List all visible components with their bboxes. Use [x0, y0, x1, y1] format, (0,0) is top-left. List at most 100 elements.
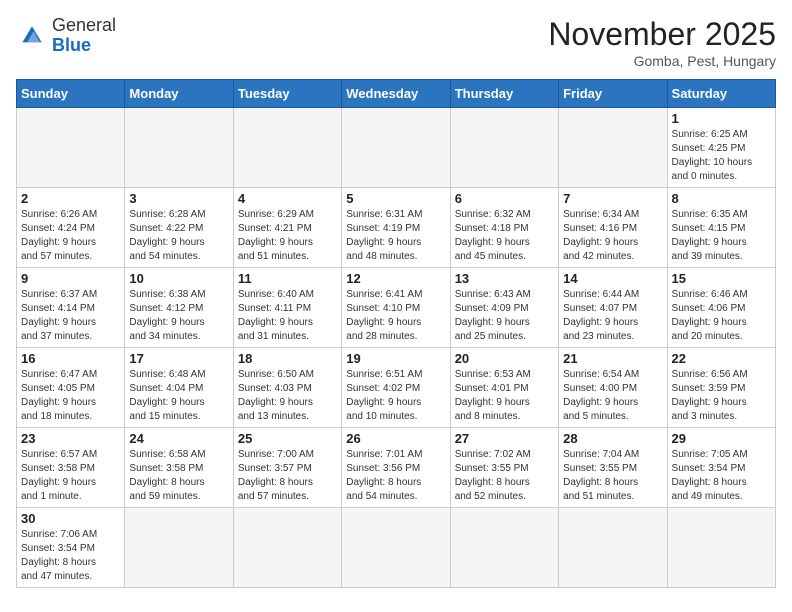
day-number: 3: [129, 191, 228, 206]
calendar-cell: 29 Sunrise: 7:05 AM Sunset: 3:54 PM Dayli…: [667, 428, 775, 508]
day-number: 22: [672, 351, 771, 366]
day-info: Sunrise: 7:04 AM Sunset: 3:55 PM Dayligh…: [563, 448, 662, 504]
calendar-cell: [559, 508, 667, 588]
logo-general: General: [52, 15, 116, 35]
calendar-cell: 27 Sunrise: 7:02 AM Sunset: 3:55 PM Dayli…: [450, 428, 558, 508]
calendar-cell: 28 Sunrise: 7:04 AM Sunset: 3:55 PM Dayli…: [559, 428, 667, 508]
calendar-cell: 4 Sunrise: 6:29 AM Sunset: 4:21 PM Daylig…: [233, 188, 341, 268]
day-info: Sunrise: 6:47 AM Sunset: 4:05 PM Dayligh…: [21, 368, 120, 424]
day-number: 14: [563, 271, 662, 286]
day-number: 25: [238, 431, 337, 446]
calendar-cell: [125, 508, 233, 588]
calendar-week-row: 2Sunrise: 6:26 AM Sunset: 4:24 PM Daylig…: [17, 188, 776, 268]
day-info: Sunrise: 6:40 AM Sunset: 4:11 PM Dayligh…: [238, 288, 337, 344]
calendar-cell: 15 Sunrise: 6:46 AM Sunset: 4:06 PM Dayli…: [667, 268, 775, 348]
day-number: 19: [346, 351, 445, 366]
weekday-header: Monday: [125, 80, 233, 108]
day-number: 21: [563, 351, 662, 366]
day-info: Sunrise: 6:37 AM Sunset: 4:14 PM Dayligh…: [21, 288, 120, 344]
day-number: 24: [129, 431, 228, 446]
day-number: 23: [21, 431, 120, 446]
calendar-cell: 5Sunrise: 6:31 AM Sunset: 4:19 PM Daylig…: [342, 188, 450, 268]
calendar-week-row: 30Sunrise: 7:06 AM Sunset: 3:54 PM Dayli…: [17, 508, 776, 588]
day-info: Sunrise: 6:26 AM Sunset: 4:24 PM Dayligh…: [21, 208, 120, 264]
day-number: 9: [21, 271, 120, 286]
day-number: 16: [21, 351, 120, 366]
month-title: November 2025: [548, 16, 776, 53]
day-number: 29: [672, 431, 771, 446]
weekday-header: Saturday: [667, 80, 775, 108]
weekday-header: Tuesday: [233, 80, 341, 108]
calendar-cell: [233, 508, 341, 588]
day-info: Sunrise: 6:38 AM Sunset: 4:12 PM Dayligh…: [129, 288, 228, 344]
calendar-cell: 24 Sunrise: 6:58 AM Sunset: 3:58 PM Dayli…: [125, 428, 233, 508]
calendar-cell: [559, 108, 667, 188]
day-number: 12: [346, 271, 445, 286]
day-info: Sunrise: 6:31 AM Sunset: 4:19 PM Dayligh…: [346, 208, 445, 264]
day-number: 26: [346, 431, 445, 446]
calendar-cell: 23Sunrise: 6:57 AM Sunset: 3:58 PM Dayli…: [17, 428, 125, 508]
day-info: Sunrise: 6:43 AM Sunset: 4:09 PM Dayligh…: [455, 288, 554, 344]
day-number: 15: [672, 271, 771, 286]
logo-blue: Blue: [52, 35, 91, 55]
calendar-cell: 22Sunrise: 6:56 AM Sunset: 3:59 PM Dayli…: [667, 348, 775, 428]
calendar-cell: 25Sunrise: 7:00 AM Sunset: 3:57 PM Dayli…: [233, 428, 341, 508]
page-header: General Blue November 2025 Gomba, Pest, …: [16, 16, 776, 69]
day-number: 10: [129, 271, 228, 286]
logo-text: General Blue: [52, 16, 116, 56]
day-number: 20: [455, 351, 554, 366]
day-info: Sunrise: 6:28 AM Sunset: 4:22 PM Dayligh…: [129, 208, 228, 264]
day-info: Sunrise: 6:41 AM Sunset: 4:10 PM Dayligh…: [346, 288, 445, 344]
calendar-table: SundayMondayTuesdayWednesdayThursdayFrid…: [16, 79, 776, 588]
logo-icon: [16, 20, 48, 52]
day-number: 17: [129, 351, 228, 366]
calendar-cell: 6 Sunrise: 6:32 AM Sunset: 4:18 PM Daylig…: [450, 188, 558, 268]
day-number: 6: [455, 191, 554, 206]
day-info: Sunrise: 6:35 AM Sunset: 4:15 PM Dayligh…: [672, 208, 771, 264]
weekday-header: Wednesday: [342, 80, 450, 108]
day-number: 8: [672, 191, 771, 206]
day-info: Sunrise: 6:51 AM Sunset: 4:02 PM Dayligh…: [346, 368, 445, 424]
day-info: Sunrise: 6:50 AM Sunset: 4:03 PM Dayligh…: [238, 368, 337, 424]
location-subtitle: Gomba, Pest, Hungary: [548, 53, 776, 69]
day-number: 11: [238, 271, 337, 286]
day-info: Sunrise: 6:29 AM Sunset: 4:21 PM Dayligh…: [238, 208, 337, 264]
calendar-cell: 20Sunrise: 6:53 AM Sunset: 4:01 PM Dayli…: [450, 348, 558, 428]
calendar-cell: 12 Sunrise: 6:41 AM Sunset: 4:10 PM Dayli…: [342, 268, 450, 348]
calendar-cell: 14Sunrise: 6:44 AM Sunset: 4:07 PM Dayli…: [559, 268, 667, 348]
day-info: Sunrise: 6:32 AM Sunset: 4:18 PM Dayligh…: [455, 208, 554, 264]
day-info: Sunrise: 6:48 AM Sunset: 4:04 PM Dayligh…: [129, 368, 228, 424]
calendar-cell: [17, 108, 125, 188]
day-info: Sunrise: 6:54 AM Sunset: 4:00 PM Dayligh…: [563, 368, 662, 424]
calendar-cell: 7 Sunrise: 6:34 AM Sunset: 4:16 PM Daylig…: [559, 188, 667, 268]
calendar-cell: [125, 108, 233, 188]
calendar-cell: [667, 508, 775, 588]
day-info: Sunrise: 7:06 AM Sunset: 3:54 PM Dayligh…: [21, 528, 120, 584]
day-number: 13: [455, 271, 554, 286]
calendar-cell: 13 Sunrise: 6:43 AM Sunset: 4:09 PM Dayli…: [450, 268, 558, 348]
calendar-cell: 16 Sunrise: 6:47 AM Sunset: 4:05 PM Dayli…: [17, 348, 125, 428]
calendar-week-row: 23Sunrise: 6:57 AM Sunset: 3:58 PM Dayli…: [17, 428, 776, 508]
logo: General Blue: [16, 16, 116, 56]
calendar-cell: [342, 508, 450, 588]
day-info: Sunrise: 6:58 AM Sunset: 3:58 PM Dayligh…: [129, 448, 228, 504]
day-info: Sunrise: 6:34 AM Sunset: 4:16 PM Dayligh…: [563, 208, 662, 264]
day-number: 28: [563, 431, 662, 446]
calendar-cell: [342, 108, 450, 188]
title-block: November 2025 Gomba, Pest, Hungary: [548, 16, 776, 69]
day-info: Sunrise: 7:05 AM Sunset: 3:54 PM Dayligh…: [672, 448, 771, 504]
day-number: 7: [563, 191, 662, 206]
weekday-header: Friday: [559, 80, 667, 108]
calendar-week-row: 9 Sunrise: 6:37 AM Sunset: 4:14 PM Daylig…: [17, 268, 776, 348]
day-info: Sunrise: 7:01 AM Sunset: 3:56 PM Dayligh…: [346, 448, 445, 504]
calendar-cell: 10 Sunrise: 6:38 AM Sunset: 4:12 PM Dayli…: [125, 268, 233, 348]
day-info: Sunrise: 7:02 AM Sunset: 3:55 PM Dayligh…: [455, 448, 554, 504]
calendar-cell: 19 Sunrise: 6:51 AM Sunset: 4:02 PM Dayli…: [342, 348, 450, 428]
day-number: 4: [238, 191, 337, 206]
calendar-week-row: 1Sunrise: 6:25 AM Sunset: 4:25 PM Daylig…: [17, 108, 776, 188]
day-number: 1: [672, 111, 771, 126]
calendar-cell: 11 Sunrise: 6:40 AM Sunset: 4:11 PM Dayli…: [233, 268, 341, 348]
day-number: 27: [455, 431, 554, 446]
day-number: 18: [238, 351, 337, 366]
day-info: Sunrise: 6:46 AM Sunset: 4:06 PM Dayligh…: [672, 288, 771, 344]
